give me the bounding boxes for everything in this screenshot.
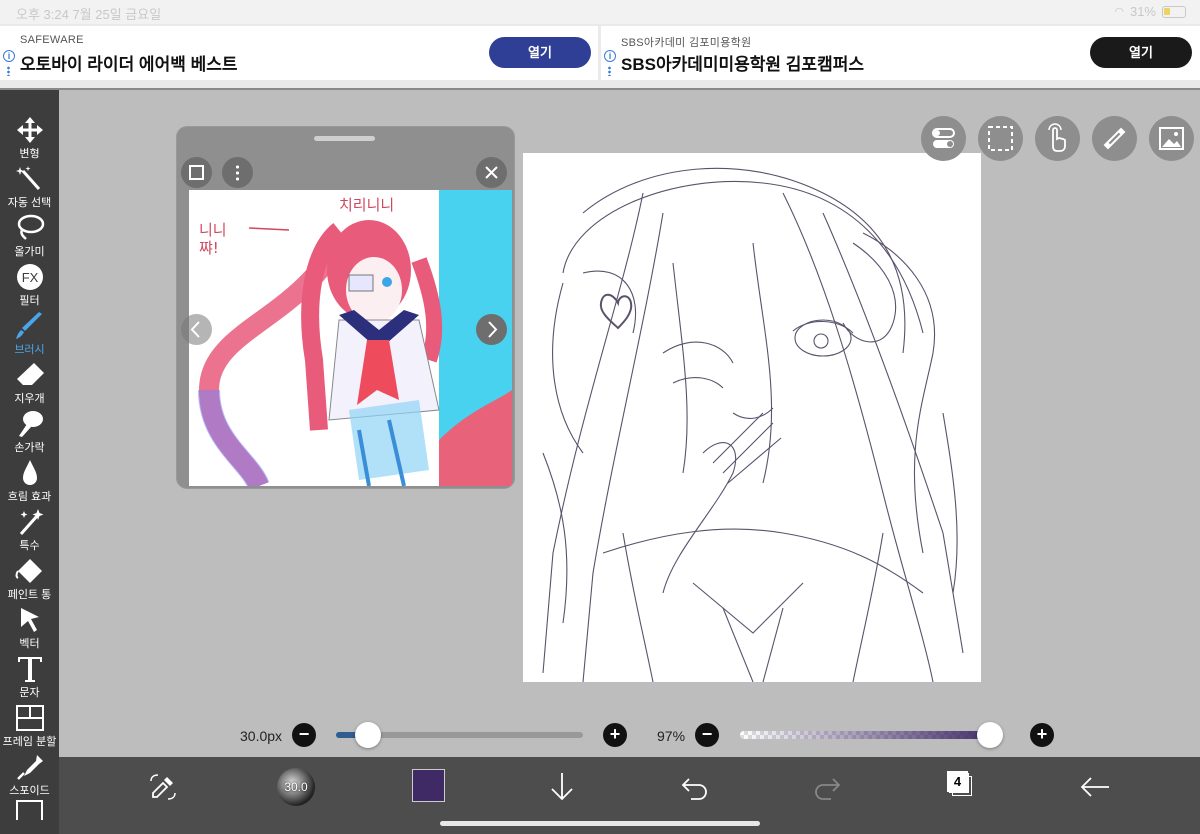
wifi-icon: ◠ [1114,6,1124,18]
tool-sidebar: 변형 자동 선택 올가미 FX 필터 브러시 지우개 손가락 흐림 효과 특수 … [0,90,59,834]
tool-paint-bucket[interactable]: 페인트 통 [0,555,59,604]
tool-brush[interactable]: 브러시 [0,310,59,359]
frame-split-icon [16,705,44,731]
tool-filter[interactable]: FX 필터 [0,261,59,310]
tool-transform[interactable]: 변형 [0,114,59,163]
magic-wand-icon [16,166,41,190]
previous-arrow-icon[interactable] [181,314,212,345]
tool-text[interactable]: 문자 [0,653,59,702]
drawing-canvas[interactable] [523,153,981,683]
opacity-increase-button[interactable]: + [1030,723,1054,747]
tool-special[interactable]: 특수 [0,506,59,555]
brush-icon [16,312,42,339]
paint-bucket-icon [15,559,42,583]
brush-eraser-swap-icon[interactable] [145,769,181,805]
ad-banner: SAFEWARE i 오토바이 라이더 에어백 베스트 열기 SBS아카데미 김… [0,24,1200,88]
battery-percent: 31% [1129,4,1156,19]
brush-preview[interactable]: 30.0 [277,768,315,806]
handwriting-top: 치리니니 [339,196,394,214]
ad-title: 오토바이 라이더 에어백 베스트 [20,55,238,74]
brush-opacity-slider[interactable] [740,731,998,739]
svg-text:FX: FX [22,270,39,285]
blur-drop-icon [23,460,37,485]
reference-illustration: 니니 쨔! 치리니니 [189,190,512,486]
ad-advertiser: SAFEWARE [20,34,84,46]
back-arrow-icon[interactable] [1077,769,1113,805]
reference-image: 니니 쨔! 치리니니 [189,190,512,486]
touch-hand-icon[interactable] [1035,116,1080,161]
close-icon[interactable] [476,157,507,188]
layers-count: 4 [947,771,968,792]
tool-more-icon[interactable] [16,800,43,820]
brush-size-knob[interactable] [355,722,382,748]
next-arrow-icon[interactable] [476,314,507,345]
redo-icon[interactable] [809,769,845,805]
status-time: 오후 3:24 7월 25일 금요일 [16,7,162,22]
opacity-decrease-button[interactable]: − [695,723,719,747]
move-arrows-icon [17,117,43,143]
home-indicator [440,821,760,826]
ruler-icon[interactable] [1092,116,1137,161]
reference-window[interactable]: 니니 쨔! 치리니니 [177,127,514,488]
ad-open-button[interactable]: 열기 [1090,37,1192,68]
square-view-icon[interactable] [181,157,212,188]
tool-smudge[interactable]: 손가락 [0,408,59,457]
drag-handle[interactable] [314,136,375,141]
vector-cursor-icon [21,608,39,632]
download-arrow-icon[interactable] [544,769,580,805]
ad-open-button[interactable]: 열기 [489,37,591,68]
brush-size-value: 30.0px [240,728,283,744]
toggle-icon[interactable] [921,116,966,161]
eyedropper-icon [17,755,43,780]
battery-icon [1162,5,1186,18]
ad-advertiser: SBS아카데미 김포미용학원 [621,37,752,49]
ad-menu-icon[interactable] [7,66,10,76]
color-swatch[interactable] [412,769,445,802]
text-t-icon [18,657,42,682]
tool-magic-wand[interactable]: 자동 선택 [0,163,59,212]
brush-size-badge: 30.0 [284,780,308,794]
smudge-finger-icon [19,411,43,437]
more-options-icon[interactable] [222,157,253,188]
ad-info-icon[interactable]: i [3,50,15,62]
undo-icon[interactable] [677,769,713,805]
lasso-icon [17,214,45,240]
brush-opacity-value: 97% [657,728,686,744]
tool-frame-split[interactable]: 프레임 분할 [0,702,59,751]
sketch-drawing [542,167,964,683]
sparkle-icon [19,509,44,535]
image-reference-icon[interactable] [1149,116,1194,161]
size-decrease-button[interactable]: − [292,723,316,747]
tool-eyedropper[interactable]: 스포이드 [0,751,59,800]
tool-vector[interactable]: 벡터 [0,604,59,653]
selection-icon[interactable] [978,116,1023,161]
ad-title: SBS아카데미미용학원 김포캠퍼스 [621,55,864,74]
ad-card[interactable]: SBS아카데미 김포미용학원 i SBS아카데미미용학원 김포캠퍼스 열기 [601,26,1200,80]
ad-menu-icon[interactable] [608,66,611,76]
ad-info-icon[interactable]: i [604,50,616,62]
tool-eraser[interactable]: 지우개 [0,359,59,408]
ad-card[interactable]: SAFEWARE i 오토바이 라이더 에어백 베스트 열기 [0,26,598,80]
tool-lasso[interactable]: 올가미 [0,212,59,261]
size-increase-button[interactable]: + [603,723,627,747]
eraser-icon [17,363,44,385]
layers-icon[interactable]: 4 [947,771,973,797]
tool-blur[interactable]: 흐림 효과 [0,457,59,506]
status-bar: 오후 3:24 7월 25일 금요일 ◠ 31% [0,0,1200,24]
fx-icon: FX [17,264,43,290]
